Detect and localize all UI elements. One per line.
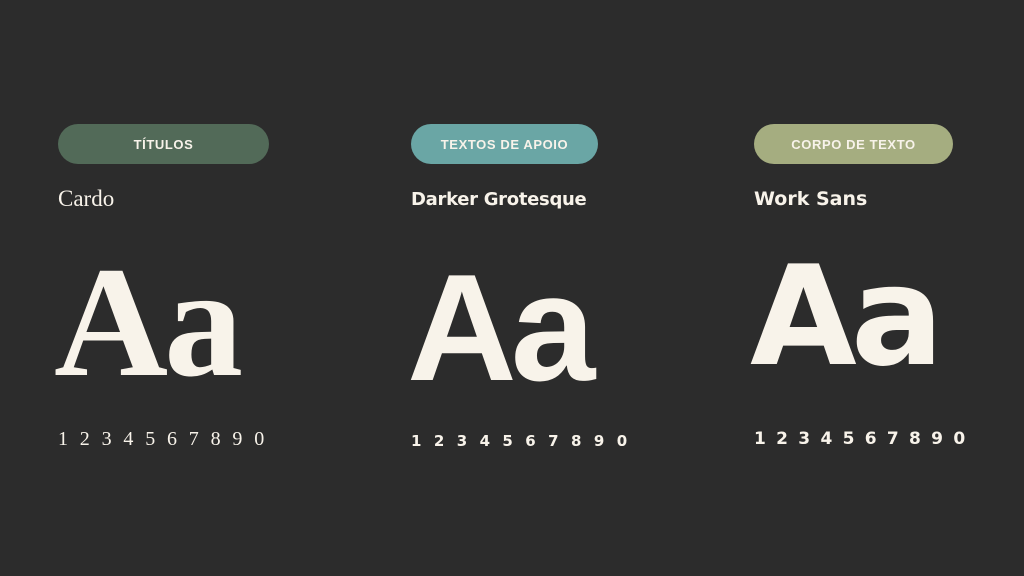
- font-name-support-texts: Darker Grotesque: [411, 189, 587, 210]
- typography-column-support-texts: TEXTOS DE APOIO Darker Grotesque Aa 1 2 …: [407, 124, 627, 450]
- glyph-sample-body-text: Aa: [750, 236, 944, 397]
- digits-sample-titles: 1 2 3 4 5 6 7 8 9 0: [58, 428, 268, 450]
- category-pill-support-texts: TEXTOS DE APOIO: [411, 124, 598, 164]
- category-pill-titles: TÍTULOS: [58, 124, 269, 164]
- glyph-sample-support-texts: Aa: [407, 243, 595, 413]
- category-pill-body-text: CORPO DE TEXTO: [754, 124, 953, 164]
- typography-column-titles: TÍTULOS Cardo Aa 1 2 3 4 5 6 7 8 9 0: [54, 124, 269, 450]
- glyph-sample-titles: Aa: [54, 235, 243, 410]
- font-name-body-text: Work Sans: [754, 188, 868, 210]
- digits-sample-support-texts: 1 2 3 4 5 6 7 8 9 0: [411, 432, 631, 450]
- typography-column-body-text: CORPO DE TEXTO Work Sans Aa 1 2 3 4 5 6 …: [750, 124, 965, 449]
- digits-sample-body-text: 1 2 3 4 5 6 7 8 9 0: [754, 429, 968, 449]
- font-name-titles: Cardo: [58, 186, 115, 211]
